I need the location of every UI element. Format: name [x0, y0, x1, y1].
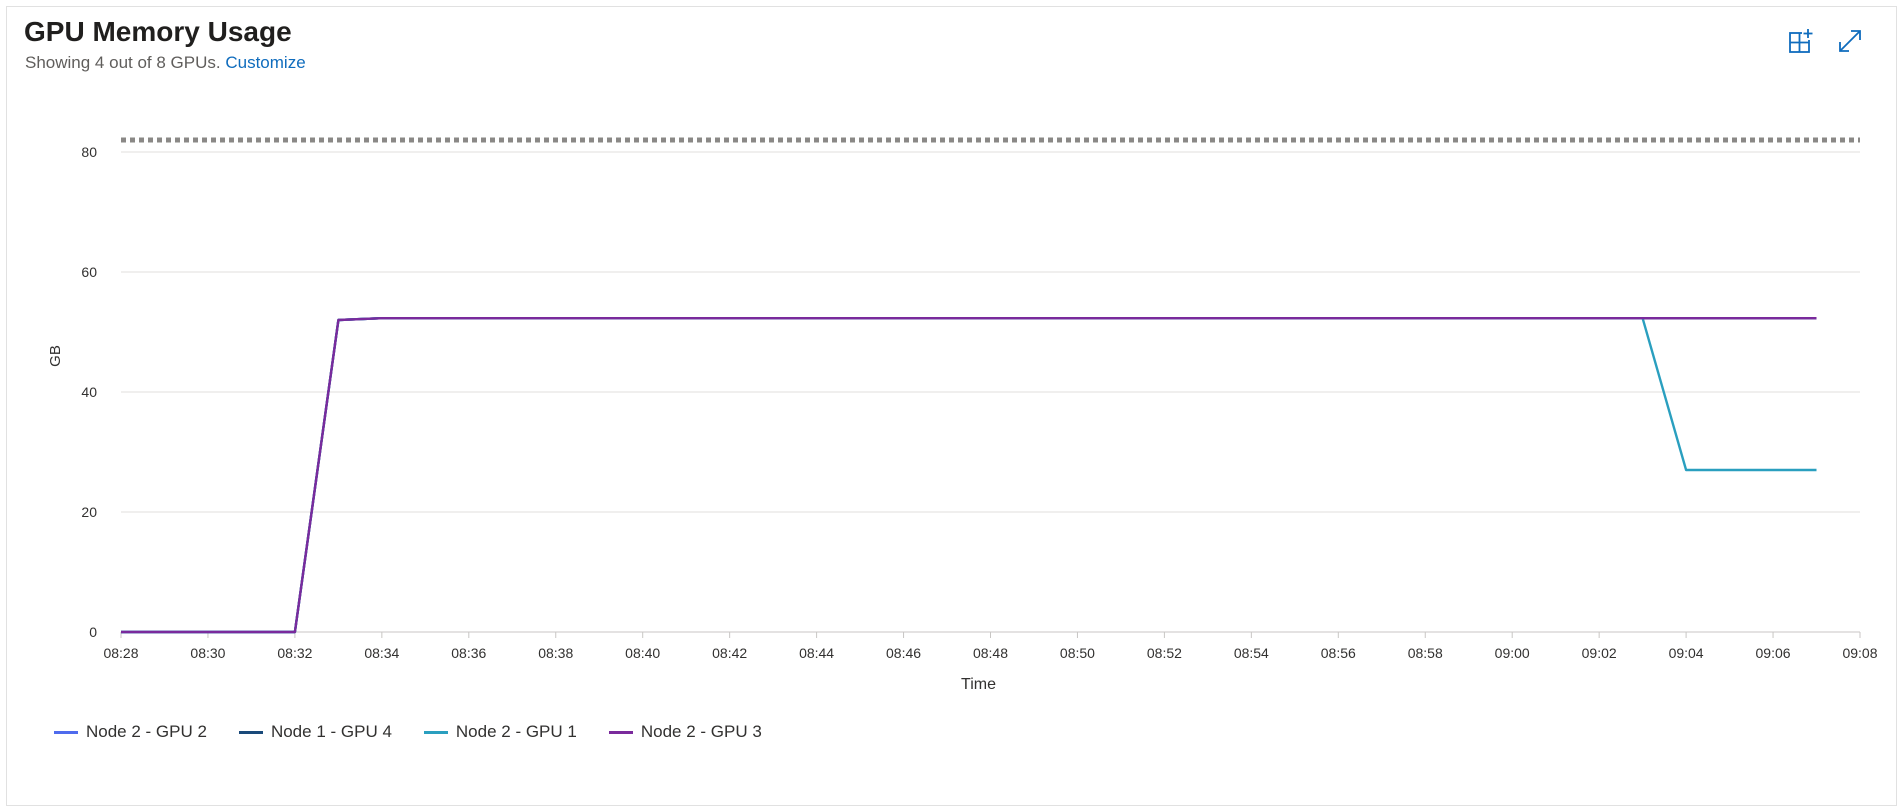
- x-tick-label: 09:06: [1756, 645, 1791, 661]
- x-tick-label: 09:00: [1495, 645, 1530, 661]
- x-tick-label: 09:02: [1582, 645, 1617, 661]
- x-tick-label: 08:40: [625, 645, 660, 661]
- x-tick-label: 09:08: [1842, 645, 1877, 661]
- legend-label: Node 2 - GPU 3: [640, 722, 762, 741]
- y-tick-label: 40: [81, 384, 97, 400]
- y-tick-label: 80: [81, 144, 97, 160]
- legend-label: Node 2 - GPU 1: [455, 722, 577, 741]
- x-tick-label: 08:58: [1408, 645, 1443, 661]
- legend-item-node2-gpu1[interactable]: Node 2 - GPU 1: [423, 722, 577, 742]
- legend-label: Node 2 - GPU 2: [86, 722, 207, 741]
- legend-item-node1-gpu4[interactable]: Node 1 - GPU 4: [238, 722, 392, 742]
- legend-swatch: [54, 730, 78, 734]
- x-tick-label: 08:54: [1234, 645, 1269, 661]
- x-tick-label: 08:36: [451, 645, 486, 661]
- y-axis-label: GB: [47, 345, 64, 367]
- series-line-2: [121, 317, 1817, 634]
- x-tick-label: 08:42: [712, 645, 747, 661]
- legend-swatch: [238, 730, 263, 734]
- x-tick-label: 09:04: [1669, 645, 1704, 661]
- x-tick-label: 08:38: [538, 645, 573, 661]
- y-tick-label: 60: [81, 264, 97, 280]
- legend-label: Node 1 - GPU 4: [270, 722, 392, 741]
- x-tick-label: 08:52: [1147, 645, 1182, 661]
- series-line-4: [121, 317, 1817, 634]
- legend-swatch: [608, 730, 633, 734]
- x-tick-label: 08:50: [1060, 645, 1095, 661]
- x-tick-label: 08:56: [1321, 645, 1356, 661]
- chart-area: 0 20 40 60 80 08:28 08:30 08:32 08:34 08:36 08:38 0…: [0, 0, 1903, 715]
- x-tick-label: 08:32: [277, 645, 312, 661]
- series-line-3: [121, 317, 1817, 634]
- x-axis-label: Time: [961, 676, 996, 693]
- x-tick-label: 08:30: [190, 645, 225, 661]
- x-tick-label: 08:46: [886, 645, 921, 661]
- y-tick-label: 0: [89, 624, 97, 640]
- x-tick-label: 08:34: [364, 645, 399, 661]
- series-line-1: [121, 317, 1817, 634]
- x-tick-label: 08:28: [103, 645, 138, 661]
- line-chart: 0 20 40 60 80 08:28 08:30 08:32 08:34 08:36 08:38 0…: [47, 137, 1878, 693]
- legend: Node 2 - GPU 2 Node 1 - GPU 4 Node 2 - G…: [54, 722, 762, 742]
- legend-item-node2-gpu2[interactable]: Node 2 - GPU 2: [54, 722, 207, 742]
- x-tick-label: 08:44: [799, 645, 834, 661]
- legend-swatch: [423, 730, 448, 734]
- legend-item-node2-gpu3[interactable]: Node 2 - GPU 3: [608, 722, 762, 742]
- y-tick-label: 20: [81, 504, 97, 520]
- x-tick-label: 08:48: [973, 645, 1008, 661]
